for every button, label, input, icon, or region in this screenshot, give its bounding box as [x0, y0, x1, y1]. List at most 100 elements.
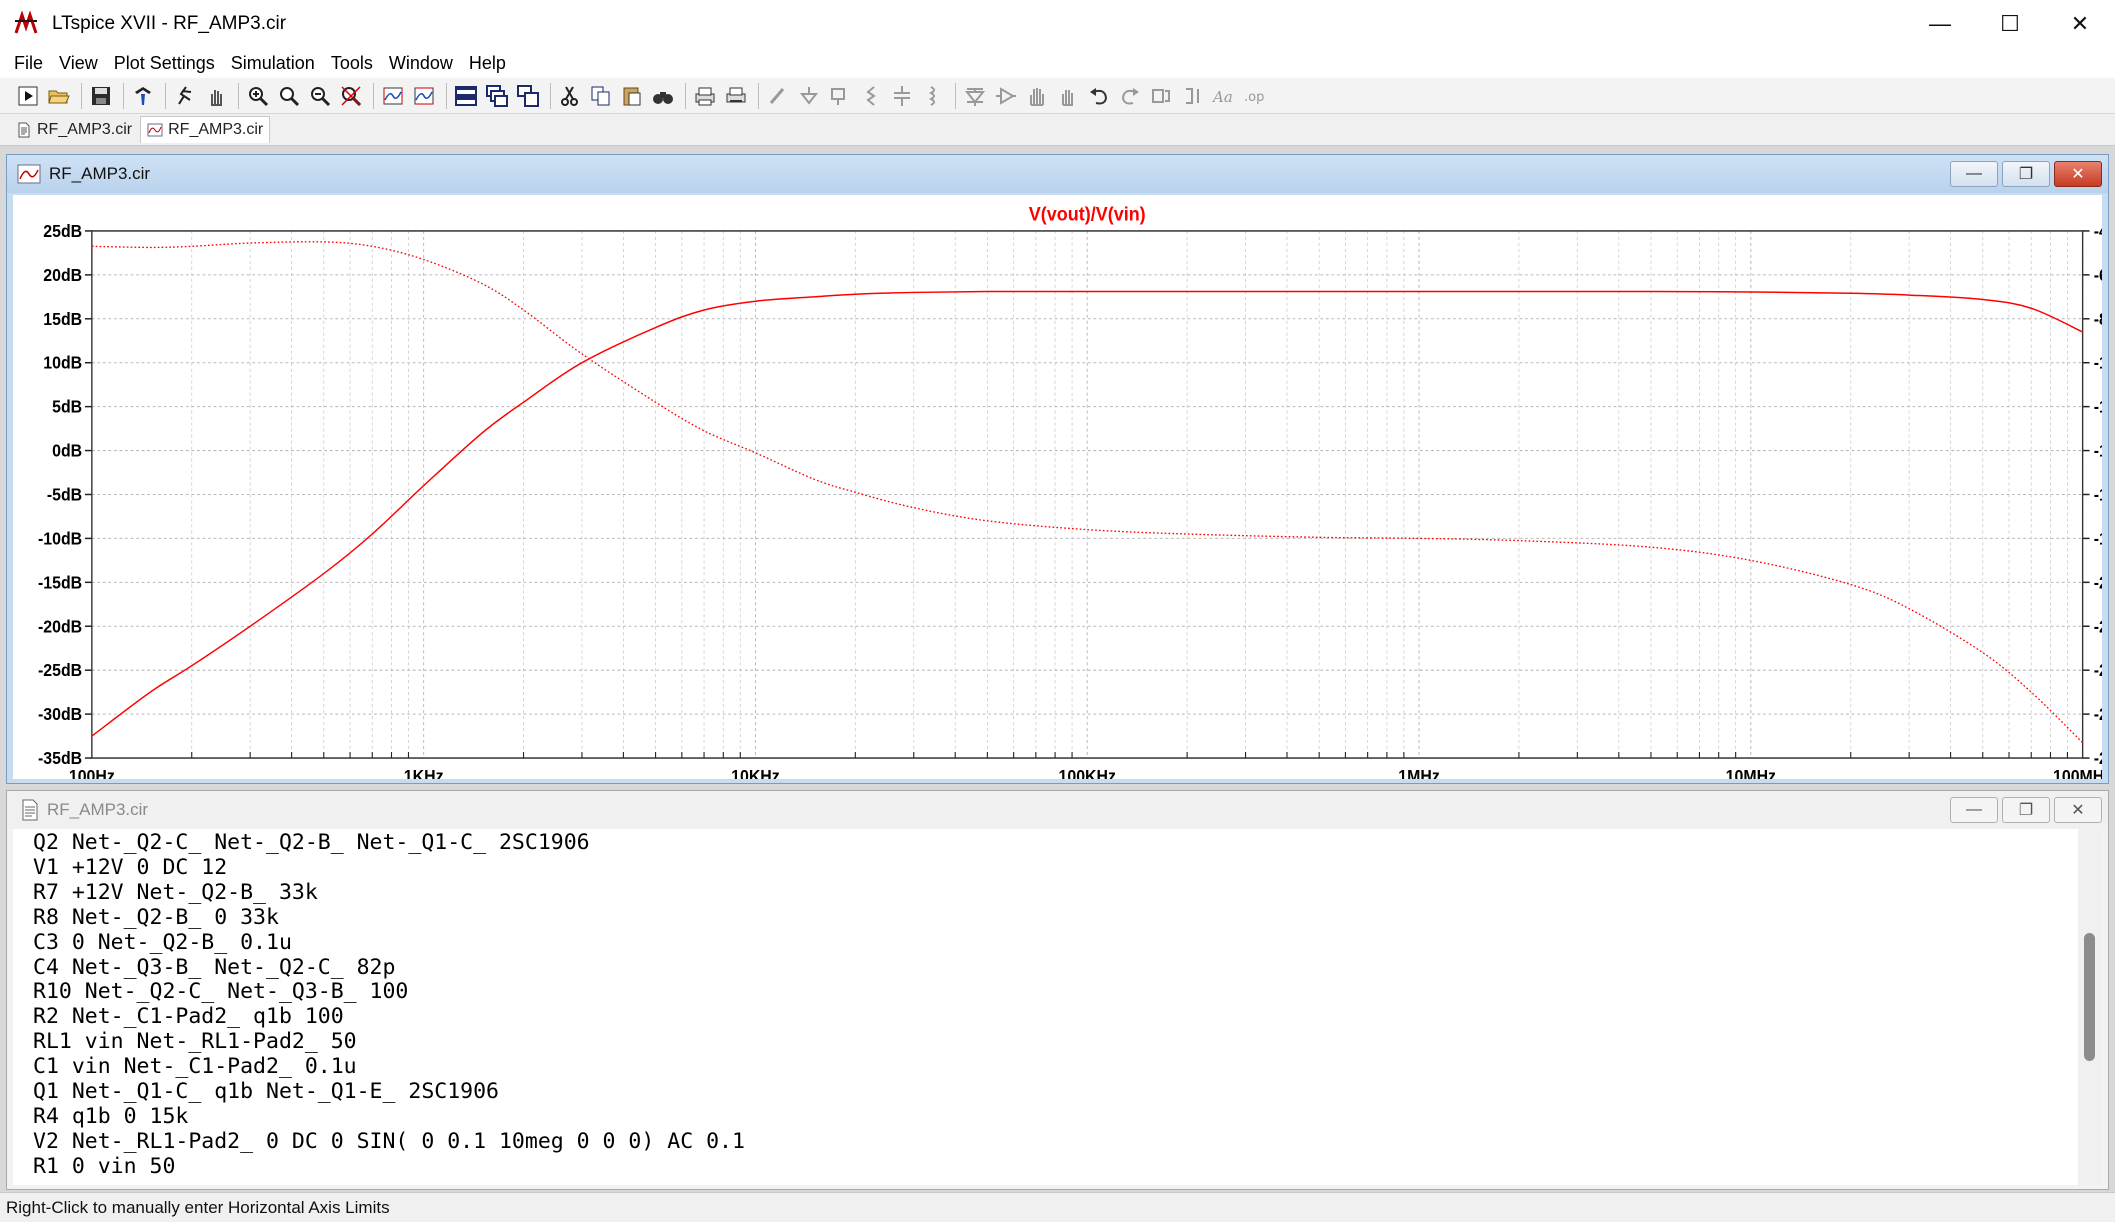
- cascade-button[interactable]: [483, 82, 511, 110]
- y-right-tick-label: -40°: [2094, 221, 2102, 241]
- netlist-restore-button[interactable]: ❐: [2002, 797, 2050, 823]
- print-button[interactable]: [691, 82, 719, 110]
- tab-netlist[interactable]: RF_AMP3.cir: [10, 117, 138, 143]
- close-icon: ✕: [2071, 166, 2085, 183]
- y-left-tick-label: -35dB: [38, 748, 82, 768]
- open-button[interactable]: [45, 82, 73, 110]
- save-button[interactable]: [87, 82, 115, 110]
- netlist-window-titlebar[interactable]: RF_AMP3.cir — ❐ ✕: [7, 791, 2108, 829]
- spice-directive-icon: .op: [1244, 90, 1264, 105]
- component-button[interactable]: [992, 82, 1020, 110]
- zoom-in-button[interactable]: [244, 82, 272, 110]
- y-left-tick-label: -15dB: [38, 573, 82, 593]
- maximize-button[interactable]: ☐: [1975, 0, 2045, 48]
- waveform-close-button[interactable]: ✕: [2054, 161, 2102, 187]
- paste-button[interactable]: [618, 82, 646, 110]
- netlist-line: R8 Net-_Q2-B_ 0 33k: [33, 904, 279, 930]
- tile-horizontal-icon: [455, 85, 477, 106]
- diode-button[interactable]: [961, 82, 989, 110]
- menu-view[interactable]: View: [59, 51, 98, 76]
- inductor-icon: [928, 85, 935, 106]
- y-right-tick-label: -140°: [2094, 441, 2102, 461]
- copy-button[interactable]: [587, 82, 615, 110]
- move-button[interactable]: [1023, 82, 1051, 110]
- netlist-window-icon: [22, 799, 38, 821]
- menu-simulation[interactable]: Simulation: [231, 51, 315, 76]
- rotate-button[interactable]: [1147, 82, 1175, 110]
- pan-button[interactable]: [202, 82, 230, 110]
- menu-tools[interactable]: Tools: [331, 51, 373, 76]
- menu-help[interactable]: Help: [469, 51, 506, 76]
- x-tick-label: 100MHz: [2053, 766, 2102, 779]
- tile-vertical-icon: [517, 84, 539, 107]
- maximize-icon: ☐: [2000, 11, 2020, 36]
- netlist-line: Q2 Net-_Q2-C_ Net-_Q2-B_ Net-_Q1-C_ 2SC1…: [33, 830, 590, 855]
- y-left-tick-label: 20dB: [43, 265, 82, 285]
- minimize-icon: —: [1966, 801, 1982, 818]
- resistor-button[interactable]: [857, 82, 885, 110]
- netlist-line: R1 0 vin 50: [33, 1153, 176, 1179]
- menu-window[interactable]: Window: [389, 51, 453, 76]
- tab-waveform[interactable]: RF_AMP3.cir: [140, 116, 271, 143]
- minimize-button[interactable]: —: [1905, 0, 1975, 48]
- run-button[interactable]: [14, 82, 42, 110]
- open-icon: [48, 90, 70, 103]
- y-left-tick-label: 5dB: [52, 397, 82, 417]
- redo-button[interactable]: [1116, 82, 1144, 110]
- plot-pane[interactable]: 100Hz 1KHz 10KHz 100KHz 1MHz 10MHz 100MHz 25dB 2…: [13, 195, 2102, 779]
- control-panel-button[interactable]: [129, 82, 157, 110]
- x-tick-label: 100KHz: [1059, 766, 1116, 779]
- undo-button[interactable]: [1085, 82, 1113, 110]
- netlist-close-button[interactable]: ✕: [2054, 797, 2102, 823]
- ground-button[interactable]: [795, 82, 823, 110]
- rotate-icon: [1152, 88, 1170, 103]
- waveform-window-titlebar[interactable]: RF_AMP3.cir — ❐ ✕: [7, 155, 2108, 193]
- wire-button[interactable]: [764, 82, 792, 110]
- capacitor-button[interactable]: [888, 82, 916, 110]
- netlist-line: R7 +12V Net-_Q2-B_ 33k: [33, 879, 318, 905]
- waveform-minimize-button[interactable]: —: [1950, 161, 1998, 187]
- netlist-vertical-scrollbar[interactable]: [2078, 829, 2102, 1185]
- netlist-window-title: RF_AMP3.cir: [47, 800, 149, 819]
- zoom-in-icon: [249, 86, 269, 106]
- autorange-y-button[interactable]: [410, 82, 438, 110]
- find-button[interactable]: [649, 82, 677, 110]
- y-left-tick-label: -20dB: [38, 617, 82, 637]
- zoom-area-button[interactable]: [275, 82, 303, 110]
- mirror-button[interactable]: [1178, 82, 1206, 110]
- zoom-fit-button[interactable]: [337, 82, 365, 110]
- autorange-button[interactable]: [379, 82, 407, 110]
- menu-plot-settings[interactable]: Plot Settings: [114, 51, 215, 76]
- tab-waveform-label: RF_AMP3.cir: [168, 121, 264, 138]
- close-button[interactable]: ✕: [2045, 0, 2115, 48]
- toolbar-separator: [685, 82, 686, 109]
- netlist-editor[interactable]: Q2 Net-_Q2-C_ Net-_Q2-B_ Net-_Q1-C_ 2SC1…: [13, 829, 2079, 1185]
- x-tick-label: 1KHz: [404, 766, 444, 779]
- x-tick-label: 1MHz: [1398, 766, 1440, 779]
- redo-icon: [1121, 87, 1139, 104]
- tile-horizontal-button[interactable]: [452, 82, 480, 110]
- run-sim-button[interactable]: [171, 82, 199, 110]
- print-setup-button[interactable]: [722, 82, 750, 110]
- tile-vertical-button[interactable]: [514, 82, 542, 110]
- cascade-icon: [486, 84, 508, 107]
- toolbar-separator: [81, 82, 82, 109]
- zoom-out-button[interactable]: [306, 82, 334, 110]
- netlist-minimize-button[interactable]: —: [1950, 797, 1998, 823]
- bode-plot[interactable]: 100Hz 1KHz 10KHz 100KHz 1MHz 10MHz 100MHz 25dB 2…: [13, 195, 2102, 779]
- paste-icon: [623, 87, 641, 105]
- waveform-restore-button[interactable]: ❐: [2002, 161, 2050, 187]
- menu-file[interactable]: File: [14, 51, 43, 76]
- tab-netlist-label: RF_AMP3.cir: [37, 120, 133, 138]
- inductor-button[interactable]: [919, 82, 947, 110]
- scrollbar-thumb[interactable]: [2084, 933, 2095, 1061]
- toolbar-separator: [373, 82, 374, 109]
- zoom-out-icon: [311, 86, 331, 106]
- netlist-line: C3 0 Net-_Q2-B_ 0.1u: [33, 929, 292, 955]
- text-button[interactable]: Aa: [1209, 82, 1237, 110]
- cut-button[interactable]: [556, 82, 584, 110]
- drag-button[interactable]: [1054, 82, 1082, 110]
- spice-directive-button[interactable]: .op: [1240, 82, 1268, 110]
- capacitor-icon: [894, 85, 910, 106]
- label-net-button[interactable]: [826, 82, 854, 110]
